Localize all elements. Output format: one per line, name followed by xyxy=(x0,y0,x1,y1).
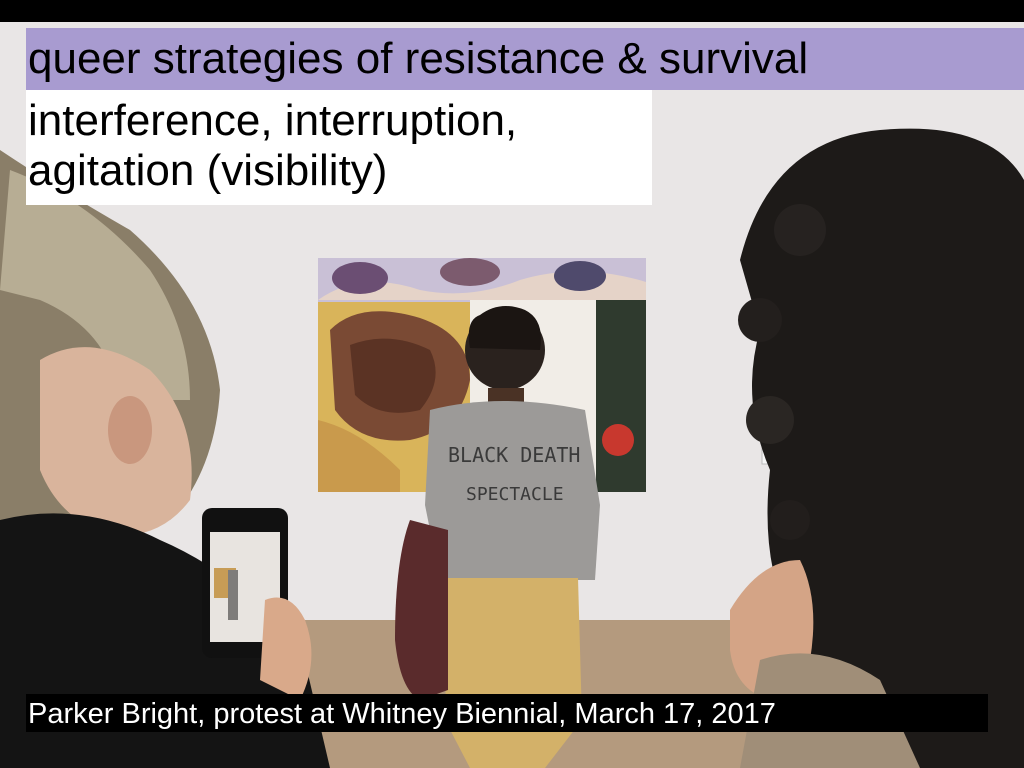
slide-title: queer strategies of resistance & surviva… xyxy=(28,34,809,83)
subtitle-line-1: interference, interruption, xyxy=(28,96,518,145)
photo-caption: Parker Bright, protest at Whitney Bienni… xyxy=(28,698,776,730)
shirt-text-line1: BLACK DEATH xyxy=(448,443,580,467)
shirt-text-line2: SPECTACLE xyxy=(466,484,564,505)
subtitle-line-2: agitation (visibility) xyxy=(28,146,388,195)
top-black-bar xyxy=(0,0,1024,22)
slide-subtitle: interference, interruption, agitation (v… xyxy=(28,96,648,196)
right-viewer xyxy=(730,128,1024,768)
